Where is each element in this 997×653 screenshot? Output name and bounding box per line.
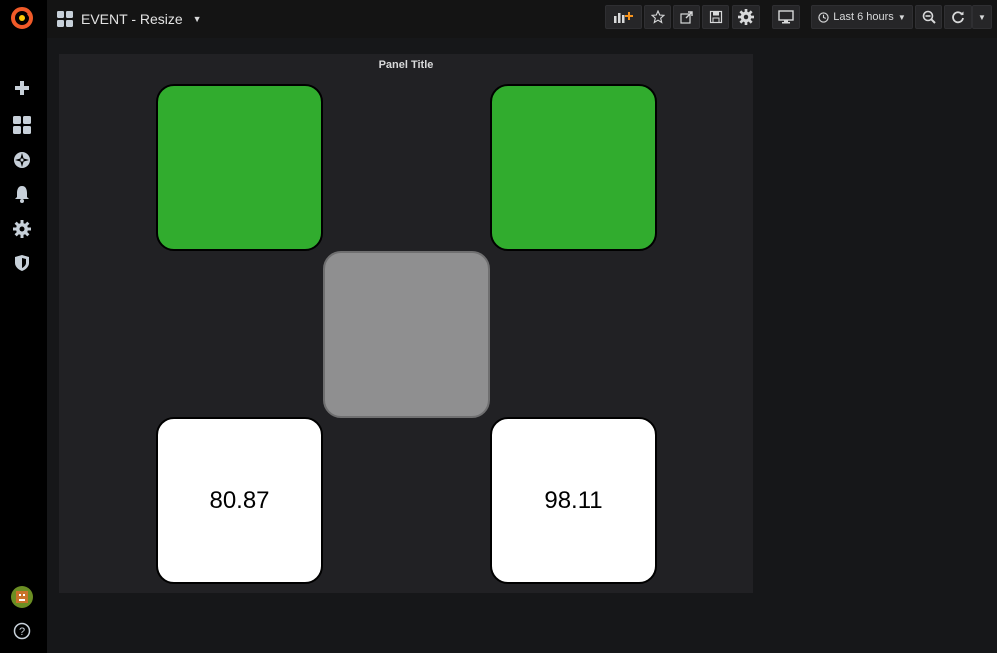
monitor-icon [778,10,794,24]
time-picker-button[interactable]: Last 6 hours ▼ [811,5,913,29]
gear-icon [738,9,754,25]
share-button[interactable] [673,5,700,29]
tv-mode-button[interactable] [772,5,800,29]
save-button[interactable] [702,5,729,29]
tile-value: 80.87 [209,486,270,514]
plus-icon[interactable] [10,76,34,100]
panel-title[interactable]: Panel Title [59,59,753,71]
svg-text:?: ? [19,626,25,638]
refresh-icon [952,11,964,24]
dashboard-title: EVENT - Resize [81,11,183,27]
configuration-icon[interactable] [10,217,34,241]
avatar[interactable] [10,585,34,609]
status-tile[interactable]: 80.87 [156,417,323,584]
dashboard-grid-icon [57,11,73,27]
add-panel-icon [613,12,633,23]
star-button[interactable] [644,5,671,29]
time-range-label: Last 6 hours [833,11,894,23]
refresh-button[interactable] [944,5,972,29]
status-panel: Panel Title 80.87 98.11 [59,54,753,593]
settings-button[interactable] [732,5,760,29]
share-icon [679,11,693,24]
status-tile[interactable]: 98.11 [490,417,657,584]
zoom-out-button[interactable] [915,5,942,29]
caret-down-icon: ▼ [192,14,202,24]
caret-down-icon: ▼ [897,12,906,22]
caret-down-icon: ▼ [978,12,986,22]
shield-icon[interactable] [10,251,34,275]
sidebar: ? [0,0,47,653]
zoom-out-icon [922,10,936,24]
refresh-interval-dropdown[interactable]: ▼ [972,5,992,29]
explore-icon[interactable] [10,148,34,172]
save-icon [709,10,722,24]
status-tile[interactable] [323,251,490,418]
grafana-logo-icon[interactable] [10,6,34,30]
star-icon [650,10,665,24]
dashboard-title-button[interactable]: EVENT - Resize ▼ [57,8,202,30]
topbar: EVENT - Resize ▼ Last 6 hours ▼ ▼ [47,0,997,38]
tile-value: 98.11 [544,486,603,514]
dashboards-icon[interactable] [10,113,34,137]
alerting-icon[interactable] [10,182,34,206]
add-panel-button[interactable] [605,5,642,29]
status-tile[interactable] [156,84,323,251]
clock-icon [818,11,829,23]
help-icon[interactable]: ? [10,619,34,643]
status-tile[interactable] [490,84,657,251]
